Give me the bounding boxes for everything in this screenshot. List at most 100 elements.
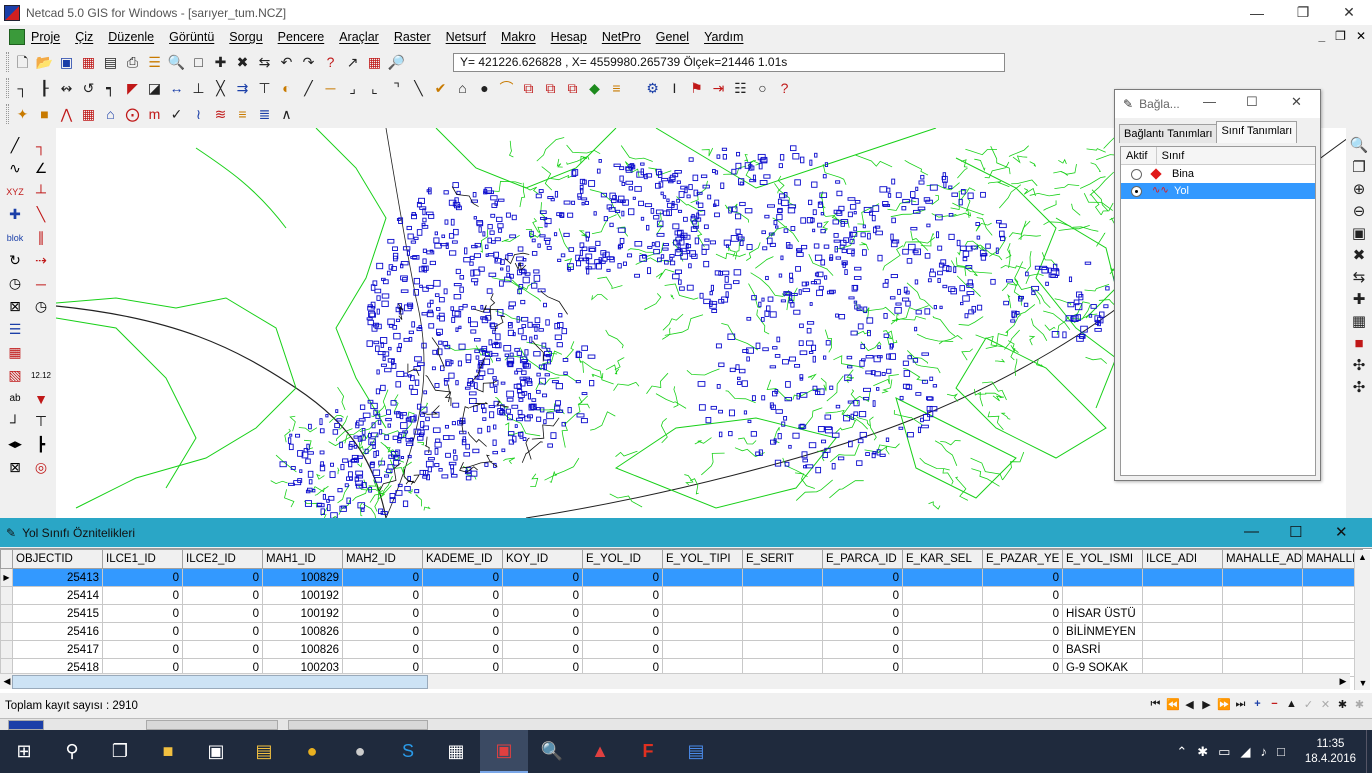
curve-icon[interactable]: ⌒ [496, 77, 517, 98]
table-cell[interactable] [662, 640, 743, 659]
line-draw-icon[interactable]: ╱ [11, 134, 19, 157]
menu-duzenle[interactable]: Düzenle [108, 30, 154, 44]
close-icon[interactable]: ✕ [1326, 0, 1372, 25]
table-cell[interactable]: 0 [182, 604, 263, 623]
zoom-extent-icon[interactable]: ▣ [1352, 222, 1366, 244]
trim-icon[interactable]: ┠ [34, 77, 55, 98]
triangle-icon[interactable]: ∧ [276, 103, 297, 124]
menu-netpro[interactable]: NetPro [602, 30, 641, 44]
grid-horizontal-scrollbar[interactable]: ◀ ▶ [0, 673, 1350, 689]
notifications-icon[interactable]: □ [1277, 744, 1285, 759]
timer-icon[interactable]: ◷ [35, 295, 47, 318]
table-cell[interactable] [1142, 622, 1223, 641]
table-cell[interactable]: 0 [502, 640, 583, 659]
table-cell[interactable]: 0 [582, 568, 663, 587]
table-cell[interactable] [1142, 568, 1223, 587]
move-all-icon[interactable]: ✣ [1353, 354, 1366, 376]
diagonal-icon[interactable]: ◪ [144, 77, 165, 98]
table-cell[interactable] [902, 640, 983, 659]
post-record-icon[interactable]: ✓ [1302, 698, 1315, 711]
snap-icon[interactable]: ⇉ [232, 77, 253, 98]
query-help-icon[interactable]: ? [774, 77, 795, 98]
tab-baglanti-tanimlari[interactable]: Bağlantı Tanımları [1119, 124, 1218, 143]
windows-start-icon[interactable]: ⊞ [0, 730, 48, 773]
list-view-icon[interactable]: ☰ [9, 318, 22, 341]
dialog-title-bar[interactable]: ✎ Bağla... — ☐ ✕ [1115, 90, 1320, 118]
table-cell[interactable]: 0 [102, 586, 183, 605]
next-record-icon[interactable]: ▶ [1200, 698, 1213, 711]
table-row[interactable]: ▶ 25413 0 0 100829 0 0 0 0 0 0 [0, 568, 1364, 587]
context-help-icon[interactable]: ↗ [342, 51, 363, 72]
cross-icon[interactable]: ╳ [210, 77, 231, 98]
table-cell[interactable]: 0 [822, 586, 903, 605]
flag-icon[interactable]: ⚑ [686, 77, 707, 98]
attribute-panel-title-bar[interactable]: ✎ Yol Sınıfı Öznitelikleri — ☐ ✕ [0, 518, 1372, 547]
edit-record-icon[interactable]: ▲ [1285, 698, 1298, 711]
table-cell[interactable]: 0 [422, 622, 503, 641]
table-cell[interactable]: 0 [502, 586, 583, 605]
table-cell[interactable]: 25416 [12, 622, 103, 641]
table-cell[interactable]: 25417 [12, 640, 103, 659]
table-cell[interactable]: 0 [102, 604, 183, 623]
grid-vertical-scrollbar[interactable]: ▲ ▼ [1354, 550, 1370, 690]
table-cell[interactable]: 100192 [262, 586, 343, 605]
table-cell[interactable]: 0 [422, 604, 503, 623]
table-row[interactable]: 25415 0 0 100192 0 0 0 0 0 0 HİSAR ÜSTÜ [0, 604, 1364, 623]
doc-restore-icon[interactable]: ❐ [1335, 29, 1346, 43]
table-cell[interactable] [1221, 568, 1304, 587]
point-symbol-icon[interactable]: ✦ [12, 103, 33, 124]
menu-araclar[interactable]: Araçlar [339, 30, 379, 44]
store-icon[interactable]: ▣ [192, 730, 240, 773]
polygon-union-icon[interactable]: ⧉ [518, 77, 539, 98]
table-cell[interactable] [1142, 640, 1223, 659]
insert-record-icon[interactable]: + [1251, 698, 1264, 711]
layers-list-icon[interactable]: ☰ [144, 51, 165, 72]
level-icon[interactable]: ⊤ [35, 410, 47, 433]
split-icon[interactable]: ╲ [408, 77, 429, 98]
menu-raster[interactable]: Raster [394, 30, 431, 44]
menu-ciz[interactable]: Çiz [75, 30, 93, 44]
move-icon[interactable]: ⇆ [1353, 266, 1366, 288]
table-cell[interactable]: 0 [822, 568, 903, 587]
table-cell[interactable]: 0 [982, 586, 1063, 605]
column-header-mah1-id[interactable]: MAH1_ID [262, 549, 343, 569]
object-properties-icon[interactable]: ⚙ [642, 77, 663, 98]
chrome-icon[interactable]: ● [288, 730, 336, 773]
distance-icon[interactable]: ─ [36, 272, 46, 295]
table-cell[interactable] [742, 568, 823, 587]
prior-record-icon[interactable]: ◀ [1183, 698, 1196, 711]
table-cell[interactable]: 0 [422, 586, 503, 605]
table-cell[interactable]: 0 [582, 640, 663, 659]
point-insert-icon[interactable]: ✚ [9, 203, 21, 226]
select-object-icon[interactable]: ■ [34, 103, 55, 124]
building-draw-icon[interactable]: ⌂ [100, 103, 121, 124]
tray-chevron-icon[interactable]: ⌃ [1176, 744, 1187, 760]
dialog-maximize-icon[interactable]: ☐ [1246, 94, 1258, 110]
doc-close-icon[interactable]: ✕ [1356, 29, 1366, 43]
node-icon[interactable]: ○ [752, 77, 773, 98]
parallel-icon[interactable]: ∥ [38, 226, 45, 249]
staircase-icon[interactable]: ┣ [37, 433, 45, 456]
grid-hatch-icon[interactable]: ▦ [8, 341, 21, 364]
table-row[interactable]: 25414 0 0 100192 0 0 0 0 0 0 [0, 586, 1364, 605]
corner-draw-icon[interactable]: ┘ [10, 410, 20, 433]
table-cell[interactable]: 0 [822, 640, 903, 659]
toolbar-grip[interactable] [6, 51, 9, 72]
profile-icon[interactable]: ⨀ [122, 103, 143, 124]
globe-app-icon[interactable]: ● [336, 730, 384, 773]
insert-icon[interactable]: ⇥ [708, 77, 729, 98]
table-cell[interactable]: 0 [102, 640, 183, 659]
frame-icon[interactable]: ⊠ [9, 295, 21, 318]
wifi-icon[interactable]: ◢ [1240, 744, 1250, 760]
doc-minimize-icon[interactable]: _ [1318, 29, 1325, 43]
zoom-in-icon[interactable]: ⊕ [1353, 178, 1366, 200]
attribute-icon[interactable]: ☷ [730, 77, 751, 98]
battery-icon[interactable]: ▭ [1218, 744, 1230, 760]
edit-vertex-icon[interactable]: ◤ [122, 77, 143, 98]
help-icon[interactable]: ? [320, 51, 341, 72]
corner-icon[interactable]: ⌟ [342, 77, 363, 98]
magnifier-app-icon[interactable]: 🔍 [528, 730, 576, 773]
netcad-app-icon[interactable] [4, 4, 20, 21]
column-aktif[interactable]: Aktif [1121, 146, 1157, 165]
image-icon[interactable]: ■ [1354, 332, 1363, 354]
